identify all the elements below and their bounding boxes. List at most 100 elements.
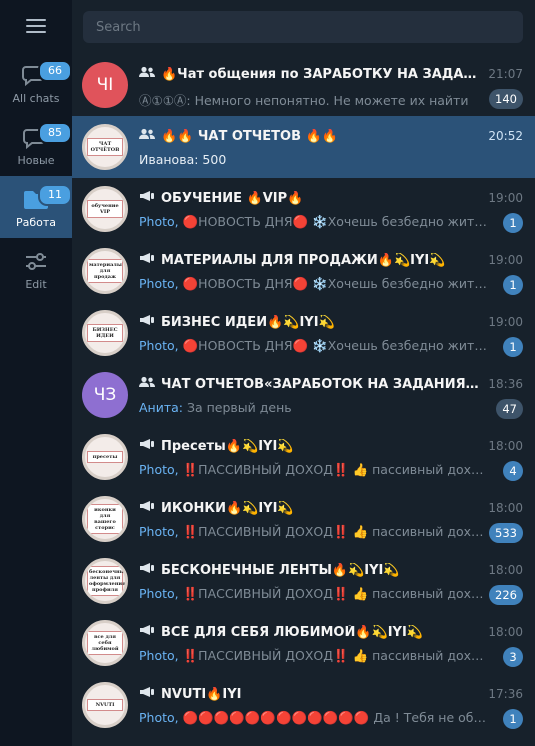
chat-title: БИЗНЕС ИДЕИ🔥💫IYI💫	[139, 314, 484, 330]
chat-list-item[interactable]: обучение VIP ОБУЧЕНИЕ 🔥VIP🔥 19:00 Photo, 🔴Н…	[72, 178, 535, 240]
avatar: материалы для продаж	[82, 248, 128, 294]
chat-title: БЕСКОНЕЧНЫЕ ЛЕНТЫ🔥💫IYI💫	[139, 562, 484, 578]
avatar: ЧI	[82, 62, 128, 108]
group-icon	[139, 128, 155, 144]
preview-text: 🔴🔴🔴🔴🔴🔴🔴🔴🔴🔴🔴🔴 Да ! Тебя не обманули	[178, 710, 489, 725]
megaphone-icon	[139, 252, 155, 268]
chat-list-item[interactable]: иконки для вашего сторис ИКОНКИ🔥💫IYI💫 18:0…	[72, 488, 535, 550]
avatar-initials: ЧI	[96, 75, 114, 95]
chat-title-text: ВСЁ ДЛЯ СЕБЯ ЛЮБИМОЙ🔥💫IYI💫	[161, 624, 423, 640]
avatar: бесконечные ленты для оформления профиля	[82, 558, 128, 604]
folder-edit[interactable]: Edit	[0, 238, 72, 300]
chat-list-item[interactable]: бесконечные ленты для оформления профиля…	[72, 550, 535, 612]
chat-time: 18:00	[488, 625, 523, 639]
menu-button[interactable]	[0, 0, 72, 52]
chat-time: 20:52	[488, 129, 523, 143]
unread-badge: 47	[496, 399, 523, 419]
chat-list-item[interactable]: материалы для продаж МАТЕРИАЛЫ ДЛЯ ПРОДАЖ…	[72, 240, 535, 302]
group-icon	[139, 66, 155, 82]
preview-text: Иванова: 500	[139, 152, 227, 167]
search-input[interactable]	[83, 11, 523, 43]
unread-badge: 4	[503, 461, 523, 481]
folder-all-chats[interactable]: 66 All chats	[0, 52, 72, 114]
chat-preview: Анита: За первый день	[139, 400, 489, 415]
chat-list-item[interactable]: ЧЗ ЧАТ ОТЧЕТОВ«ЗАРАБОТОК НА ЗАДАНИЯХ»🔥 18:…	[72, 364, 535, 426]
preview-sender: Photo,	[139, 462, 179, 477]
chat-title: МАТЕРИАЛЫ ДЛЯ ПРОДАЖИ🔥💫IYI💫	[139, 252, 484, 268]
preview-text: За первый день	[183, 400, 292, 415]
preview-sender: Анита:	[139, 400, 184, 415]
megaphone-icon	[139, 500, 155, 516]
folder-новые[interactable]: 85 Новые	[0, 114, 72, 176]
unread-badge: 1	[503, 275, 523, 295]
chat-title: NVUTI🔥IYI	[139, 686, 484, 702]
chat-preview: Photo, ‼️ПАССИВНЫЙ ДОХОД‼️ 👍 пассивный д…	[139, 586, 489, 602]
preview-sender: Photo,	[139, 214, 179, 229]
chat-title: 🔥🔥 ЧАТ ОТЧЁТОВ 🔥🔥	[139, 128, 484, 144]
megaphone-icon	[139, 314, 155, 330]
avatar-caption: материалы для продаж	[87, 259, 123, 283]
avatar-caption: все для себя любимой	[87, 631, 123, 655]
chat-preview: Photo, ‼️ПАССИВНЫЙ ДОХОД‼️ 👍 пассивный д…	[139, 648, 489, 664]
folder-label: Новые	[17, 154, 55, 167]
hamburger-menu-icon	[26, 19, 46, 33]
chat-preview: Иванова: 500	[139, 152, 519, 167]
sliders-icon	[22, 250, 50, 274]
chat-list-item[interactable]: пресеты Пресеты🔥💫IYI💫 18:00 Photo, ‼️ПАССИВ…	[72, 426, 535, 488]
chat-preview: Photo, ‼️ПАССИВНЫЙ ДОХОД‼️ 👍 пассивный д…	[139, 524, 489, 540]
folder-sidebar: 66 All chats 85 Новые 11 Работа Edit	[0, 0, 72, 746]
chat-time: 17:36	[488, 687, 523, 701]
chat-title: ВСЁ ДЛЯ СЕБЯ ЛЮБИМОЙ🔥💫IYI💫	[139, 624, 484, 640]
chat-time: 19:00	[488, 253, 523, 267]
chat-title: Пресеты🔥💫IYI💫	[139, 438, 484, 454]
chat-preview: Photo, 🔴🔴🔴🔴🔴🔴🔴🔴🔴🔴🔴🔴 Да ! Тебя не обманул…	[139, 710, 489, 726]
folder-unread-badge: 11	[38, 184, 72, 206]
chat-time: 18:36	[488, 377, 523, 391]
chat-preview: Ⓐ①①Ⓐ: Немного непонятно. Не можете их на…	[139, 90, 489, 109]
chat-title-text: 🔥🔥 ЧАТ ОТЧЁТОВ 🔥🔥	[161, 128, 338, 144]
chat-list-panel: ЧI 🔥Чат общения по ЗАРАБОТКУ НА ЗАДАНИЯХ …	[72, 0, 535, 746]
folder-label: Edit	[25, 278, 47, 291]
unread-badge: 1	[503, 213, 523, 233]
unread-badge: 226	[489, 585, 523, 605]
avatar-caption: пресеты	[87, 451, 123, 463]
chat-list-item[interactable]: все для себя любимой ВСЁ ДЛЯ СЕБЯ ЛЮБИМОЙ…	[72, 612, 535, 674]
folder-label: All chats	[12, 92, 60, 105]
chat-title-text: БЕСКОНЕЧНЫЕ ЛЕНТЫ🔥💫IYI💫	[161, 562, 400, 578]
chat-time: 19:00	[488, 315, 523, 329]
chat-list-item[interactable]: NVUTI NVUTI🔥IYI 17:36 Photo, 🔴🔴🔴🔴🔴🔴🔴🔴🔴🔴🔴🔴 Д…	[72, 674, 535, 736]
chat-title: ИКОНКИ🔥💫IYI💫	[139, 500, 484, 516]
chat-time: 19:00	[488, 191, 523, 205]
chat-title-text: NVUTI🔥IYI	[161, 686, 242, 702]
unread-badge: 1	[503, 709, 523, 729]
folder-label: Работа	[15, 216, 57, 229]
unread-badge: 3	[503, 647, 523, 667]
avatar: NVUTI	[82, 682, 128, 728]
chat-title-text: Пресеты🔥💫IYI💫	[161, 438, 294, 454]
chat-list-item[interactable]: ЧАТ ОТЧЁТОВ 🔥🔥 ЧАТ ОТЧЁТОВ 🔥🔥 20:52 Иванова…	[72, 116, 535, 178]
preview-text: ‼️ПАССИВНЫЙ ДОХОД‼️ 👍 пассивный доход в …	[182, 462, 489, 477]
chat-list: ЧI 🔥Чат общения по ЗАРАБОТКУ НА ЗАДАНИЯХ …	[72, 54, 535, 736]
chat-title-text: ИКОНКИ🔥💫IYI💫	[161, 500, 294, 516]
chat-title-text: 🔥Чат общения по ЗАРАБОТКУ НА ЗАДАНИЯХ 🔥🔥	[161, 66, 484, 82]
chat-time: 18:00	[488, 563, 523, 577]
chat-preview: Photo, 🔴НОВОСТЬ ДНЯ🔴 ❄️Хочешь безбедно ж…	[139, 214, 489, 230]
unread-badge: 1	[503, 337, 523, 357]
chat-title: ЧАТ ОТЧЕТОВ«ЗАРАБОТОК НА ЗАДАНИЯХ»🔥	[139, 376, 484, 392]
chat-list-item[interactable]: ЧI 🔥Чат общения по ЗАРАБОТКУ НА ЗАДАНИЯХ …	[72, 54, 535, 116]
avatar-caption: иконки для вашего сторис	[87, 504, 123, 534]
avatar: ЧАТ ОТЧЁТОВ	[82, 124, 128, 170]
avatar: все для себя любимой	[82, 620, 128, 666]
chat-title-text: БИЗНЕС ИДЕИ🔥💫IYI💫	[161, 314, 335, 330]
chat-title: ОБУЧЕНИЕ 🔥VIP🔥	[139, 190, 484, 206]
chat-time: 21:07	[488, 67, 523, 81]
preview-sender: Photo,	[139, 586, 179, 601]
chat-title-text: ЧАТ ОТЧЕТОВ«ЗАРАБОТОК НА ЗАДАНИЯХ»🔥	[161, 376, 484, 392]
avatar-caption: бесконечные ленты для оформления профиля	[87, 566, 125, 596]
unread-badge: 140	[489, 89, 523, 109]
folder-работа[interactable]: 11 Работа	[0, 176, 72, 238]
avatar: обучение VIP	[82, 186, 128, 232]
chat-list-item[interactable]: БИЗНЕС ИДЕИ БИЗНЕС ИДЕИ🔥💫IYI💫 19:00 Photo, …	[72, 302, 535, 364]
preview-text: 🔴НОВОСТЬ ДНЯ🔴 ❄️Хочешь безбедно жить в 2…	[182, 214, 489, 229]
preview-text: 🔴НОВОСТЬ ДНЯ🔴 ❄️Хочешь безбедно жить в 2…	[182, 338, 489, 353]
